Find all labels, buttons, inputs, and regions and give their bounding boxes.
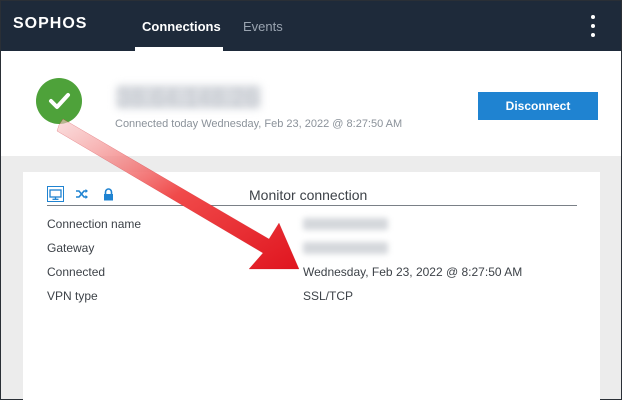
disconnect-button[interactable]: Disconnect: [478, 92, 598, 120]
lock-icon[interactable]: [100, 186, 116, 202]
connection-summary: 38.64.148.26 Connected today Wednesday, …: [1, 51, 621, 156]
vpn-type-value: SSL/TCP: [303, 289, 354, 303]
tab-connections[interactable]: Connections: [142, 19, 221, 34]
card-toolbar: [47, 186, 116, 202]
vpn-type-label: VPN type: [47, 289, 98, 303]
divider: [47, 205, 577, 206]
monitor-icon[interactable]: [47, 186, 64, 202]
ip-address: 38.64.148.26: [118, 85, 259, 110]
kebab-menu-icon[interactable]: [588, 15, 598, 37]
connection-name-label: Connection name: [47, 217, 142, 231]
top-bar: SOPHOS Connections Events: [1, 1, 621, 51]
connection-name-value-redacted: [303, 218, 388, 230]
connected-label: Connected: [47, 265, 106, 279]
card-title: Monitor connection: [249, 187, 368, 203]
monitor-connection-card: Monitor connection Connection name Gatew…: [23, 172, 600, 400]
brand-logo: SOPHOS: [13, 15, 88, 32]
tab-events[interactable]: Events: [243, 19, 283, 34]
shuffle-icon[interactable]: [74, 186, 90, 202]
gateway-label: Gateway: [47, 241, 95, 255]
check-circle-icon: [36, 78, 82, 124]
connected-status-text: Connected today Wednesday, Feb 23, 2022 …: [115, 118, 403, 130]
gateway-value-redacted: [303, 242, 388, 254]
connected-value: Wednesday, Feb 23, 2022 @ 8:27:50 AM: [303, 265, 523, 279]
